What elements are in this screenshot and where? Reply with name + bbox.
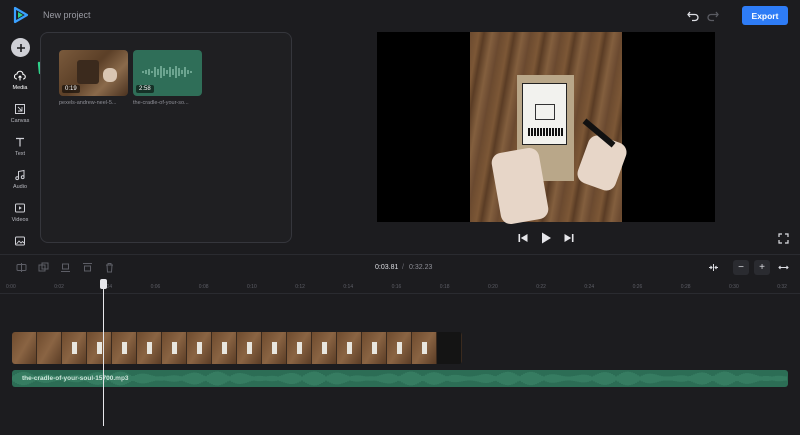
timeline-ruler[interactable]: 0:00 0:02 0:04 0:06 0:08 0:10 0:12 0:14 0:16 0:18… <box>0 280 800 294</box>
preview-frame <box>470 32 630 226</box>
fit-timeline-icon[interactable] <box>708 262 719 273</box>
ruler-tick-label: 0:00 <box>6 284 16 290</box>
ruler-tick-label: 0:24 <box>584 284 595 290</box>
filmstrip-frame <box>87 332 112 364</box>
text-icon <box>16 137 24 147</box>
filmstrip-frame <box>12 332 37 364</box>
audio-track-clip[interactable]: the-cradle-of-your-soul-15700.mp3 <box>12 370 788 387</box>
undo-icon[interactable] <box>686 8 700 22</box>
media-item-name: pexels-andrew-neel-5... <box>59 100 117 106</box>
filmstrip-frame <box>437 332 462 364</box>
filmstrip-frame <box>187 332 212 364</box>
filmstrip-frame <box>387 332 412 364</box>
sidebar-item-label: Audio <box>12 184 28 190</box>
align-top-icon[interactable] <box>82 262 93 273</box>
expand-timeline-icon[interactable] <box>778 262 789 273</box>
sidebar-item-label: Canvas <box>10 118 30 124</box>
time-separator: / <box>402 264 404 271</box>
sidebar-item-videos[interactable]: Videos <box>0 202 40 232</box>
video-track-clip[interactable] <box>12 332 462 364</box>
skip-back-icon[interactable] <box>517 232 529 244</box>
filmstrip-frame <box>312 332 337 364</box>
align-bottom-icon[interactable] <box>60 262 71 273</box>
fullscreen-icon[interactable] <box>778 233 789 244</box>
filmstrip-frame <box>287 332 312 364</box>
plus-icon <box>16 43 25 52</box>
top-bar: New project Export <box>0 0 800 32</box>
filmstrip-frame <box>412 332 437 364</box>
split-icon[interactable] <box>16 262 27 273</box>
ruler-tick-label: 0:02 <box>54 284 64 290</box>
sidebar-item-label: Text <box>14 151 26 157</box>
audio-clip-name: the-cradle-of-your-soul-15700.mp3 <box>22 375 129 382</box>
duplicate-icon[interactable] <box>38 262 49 273</box>
sidebar-item-media[interactable]: Media <box>0 70 40 100</box>
waveform-icon <box>142 66 192 78</box>
sidebar-item-label: Videos <box>11 217 29 223</box>
add-media-button[interactable] <box>11 38 30 57</box>
media-item-audio[interactable]: 2:58 <box>133 50 202 96</box>
ruler-tick-label: 0:32 <box>777 284 787 290</box>
sidebar-item-label: Media <box>12 85 28 91</box>
app-logo-icon[interactable] <box>12 6 30 24</box>
media-duration: 0:19 <box>62 85 80 93</box>
ruler-tick-label: 0:18 <box>439 284 450 290</box>
play-icon[interactable] <box>539 231 553 245</box>
image-icon <box>15 236 25 246</box>
project-title[interactable]: New project <box>43 10 91 20</box>
filmstrip-frame <box>237 332 262 364</box>
sidebar-item-text[interactable]: Text <box>0 136 40 166</box>
filmstrip-frame <box>62 332 87 364</box>
ruler-tick-label: 0:26 <box>632 284 643 290</box>
zoom-in-button[interactable]: + <box>754 260 770 275</box>
media-item-video[interactable]: 0:19 <box>59 50 128 96</box>
filmstrip-frame <box>262 332 287 364</box>
current-time: 0:03.81 <box>375 264 399 271</box>
filmstrip-frame <box>112 332 137 364</box>
media-duration: 2:58 <box>136 85 154 93</box>
timeline-toolbar: 0:03.81 / 0:32.23 − + <box>0 254 800 280</box>
playhead-handle[interactable] <box>100 279 107 289</box>
redo-icon[interactable] <box>706 8 720 22</box>
filmstrip-frame <box>137 332 162 364</box>
ruler-tick-label: 0:12 <box>295 284 305 290</box>
ruler-tick-label: 0:16 <box>391 284 402 290</box>
shipping-label-image <box>522 83 567 145</box>
ruler-tick-label: 0:14 <box>343 284 354 290</box>
filmstrip-frame <box>362 332 387 364</box>
ruler-tick-label: 0:30 <box>729 284 739 290</box>
music-note-icon <box>15 169 25 181</box>
delete-icon[interactable] <box>104 262 115 273</box>
ruler-tick-label: 0:06 <box>150 284 161 290</box>
video-icon <box>15 203 25 213</box>
video-preview[interactable] <box>377 32 715 226</box>
skip-forward-icon[interactable] <box>563 232 575 244</box>
zoom-in-label: + <box>759 262 765 273</box>
cloud-upload-icon <box>14 70 26 81</box>
filmstrip-frame <box>212 332 237 364</box>
zoom-out-label: − <box>738 262 744 273</box>
sidebar: Media Canvas Text Audio Videos <box>0 32 40 254</box>
sidebar-item-audio[interactable]: Audio <box>0 169 40 199</box>
sidebar-item-canvas[interactable]: Canvas <box>0 103 40 133</box>
ruler-tick-label: 0:28 <box>680 284 691 290</box>
ruler-tick-label: 0:08 <box>198 284 209 290</box>
ruler-tick-label: 0:10 <box>247 284 257 290</box>
ruler-tick-label: 0:20 <box>488 284 498 290</box>
export-button[interactable]: Export <box>742 6 788 25</box>
filmstrip-frame <box>37 332 62 364</box>
media-item-name: the-cradle-of-your-so... <box>133 100 189 106</box>
media-panel: 0:19 pexels-andrew-neel-5... 2:58 the-cr… <box>40 32 292 243</box>
filmstrip-frame <box>162 332 187 364</box>
playhead[interactable] <box>103 281 104 426</box>
filmstrip-frame <box>337 332 362 364</box>
ruler-tick-label: 0:22 <box>536 284 546 290</box>
canvas-icon <box>15 104 25 114</box>
total-time: 0:32.23 <box>409 264 433 271</box>
zoom-out-button[interactable]: − <box>733 260 749 275</box>
